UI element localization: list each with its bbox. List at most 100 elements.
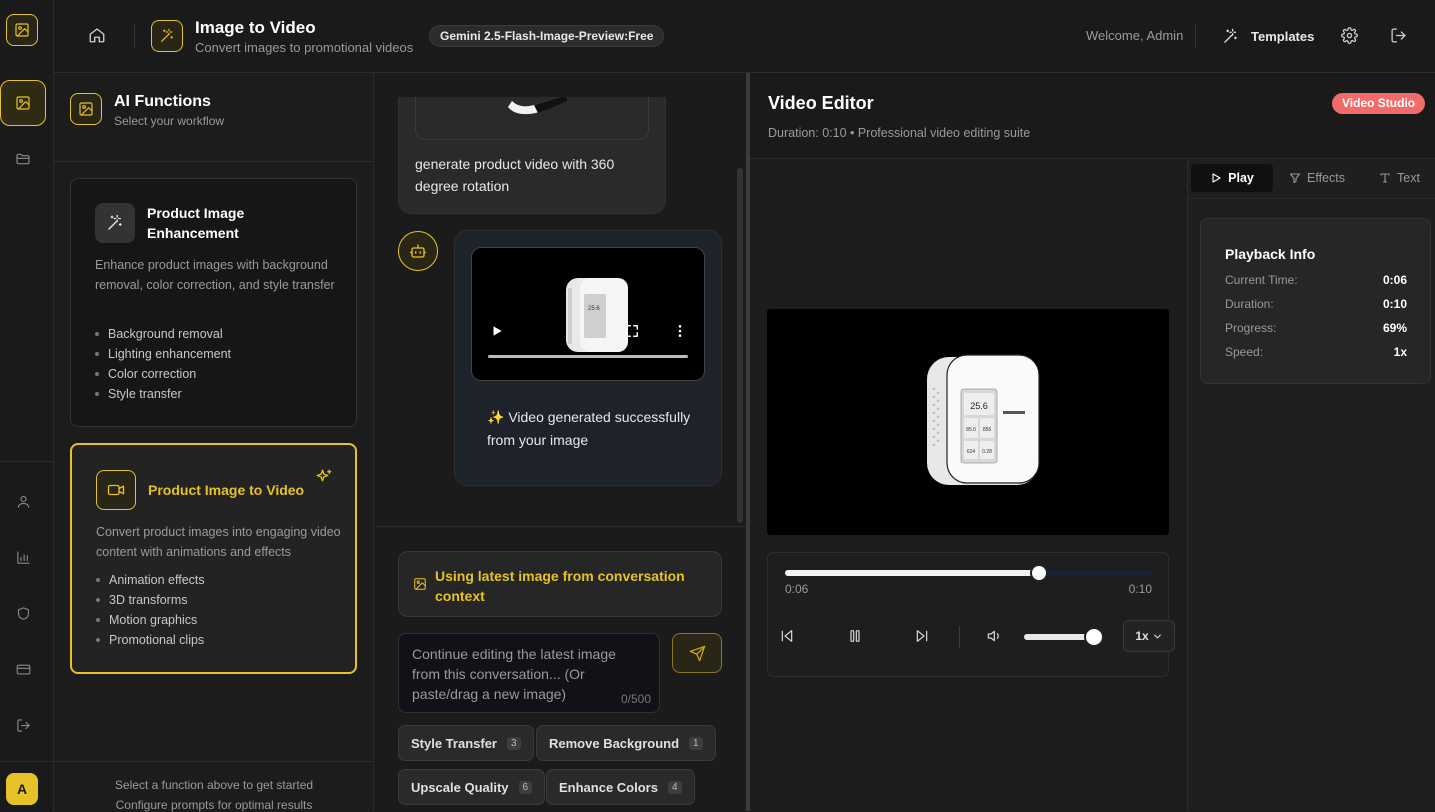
card-description: Enhance product images with background r… <box>95 258 335 292</box>
image-icon <box>70 93 102 125</box>
rail-shield-icon[interactable] <box>0 590 46 636</box>
page-title: Image to Video <box>195 18 316 37</box>
prompt-input[interactable]: Continue editing the latest image from t… <box>398 633 660 713</box>
home-icon[interactable] <box>88 26 106 44</box>
device-reading: 856 <box>983 427 992 433</box>
play-icon[interactable] <box>490 324 504 338</box>
magic-wand-icon <box>1222 28 1239 45</box>
welcome-text: Welcome, Admin <box>1086 28 1184 43</box>
feature-list: Background removal Lighting enhancement … <box>95 324 231 404</box>
function-card-enhancement[interactable]: Product Image Enhancement Enhance produc… <box>70 178 357 427</box>
info-row-progress: Progress: 69% <box>1225 321 1407 335</box>
video-progress-bar[interactable] <box>488 355 688 358</box>
rail-divider <box>0 761 54 762</box>
playback-info-card: Playback Info Current Time: 0:06 Duratio… <box>1200 218 1431 384</box>
skip-back-icon[interactable] <box>779 628 795 644</box>
list-item: Animation effects <box>96 570 205 590</box>
fullscreen-icon[interactable] <box>625 324 639 338</box>
info-label: Duration: <box>1225 297 1274 311</box>
header-divider <box>1195 24 1196 48</box>
function-card-image-to-video[interactable]: Product Image to Video Convert product i… <box>70 443 357 674</box>
avatar[interactable]: A <box>6 773 38 805</box>
rail-user-icon[interactable] <box>0 478 46 524</box>
quick-action-style-transfer[interactable]: Style Transfer 3 <box>398 725 534 761</box>
quick-action-remove-background[interactable]: Remove Background 1 <box>536 725 716 761</box>
list-item: Style transfer <box>95 384 231 404</box>
quick-action-count: 4 <box>667 780 682 794</box>
quick-action-upscale-quality[interactable]: Upscale Quality 6 <box>398 769 546 805</box>
send-button[interactable] <box>672 633 722 673</box>
device-reading: 25.6 <box>970 401 988 411</box>
rail-logout-icon[interactable] <box>0 702 46 748</box>
app-logo-icon[interactable] <box>6 14 38 46</box>
device-reading: 0.28 <box>982 449 992 455</box>
list-item: Lighting enhancement <box>95 344 231 364</box>
editor-title: Video Editor <box>768 93 874 113</box>
card-title: Product Image to Video <box>148 482 305 498</box>
rail-billing-icon[interactable] <box>0 646 46 692</box>
info-label: Progress: <box>1225 321 1277 335</box>
video-preview: 25.6 <box>566 278 628 352</box>
seek-bar[interactable] <box>785 564 1153 582</box>
generated-video-player[interactable]: 25.6 <box>471 247 705 381</box>
playback-info-title: Playback Info <box>1225 246 1316 262</box>
magic-wand-icon <box>95 203 135 243</box>
tab-text[interactable]: Text <box>1379 164 1420 192</box>
chat-scrollbar[interactable] <box>737 168 743 523</box>
chat-panel: generate product video with 360 degree r… <box>375 73 746 811</box>
panel-divider <box>54 761 374 762</box>
tab-label: Text <box>1397 171 1420 185</box>
user-message-text: generate product video with 360 degree r… <box>415 156 615 194</box>
list-item: 3D transforms <box>96 590 205 610</box>
assistant-message: 25.6 ✨ Video generated successfully from… <box>454 230 722 486</box>
text-icon <box>1379 172 1391 184</box>
panel-divider <box>54 161 374 162</box>
attached-image[interactable] <box>415 97 649 140</box>
volume-handle[interactable] <box>1084 627 1104 647</box>
video-camera-icon <box>96 470 136 510</box>
volume-icon[interactable] <box>987 628 1003 644</box>
product-video-frame: 25.6 85.0 856 624 0.28 <box>927 354 1040 485</box>
skip-forward-icon[interactable] <box>914 628 930 644</box>
info-value: 0:06 <box>1382 273 1407 287</box>
total-time: 0:10 <box>1128 582 1152 596</box>
rail-image-tools-icon[interactable] <box>0 80 46 126</box>
device-reading: 624 <box>967 449 976 455</box>
more-vertical-icon[interactable] <box>673 324 687 338</box>
device-reading: 85.0 <box>966 427 976 433</box>
quick-action-label: Style Transfer <box>411 735 497 751</box>
tabs-divider <box>1188 198 1435 199</box>
editor-subtitle: Duration: 0:10 • Professional video edit… <box>768 126 1031 140</box>
tab-effects[interactable]: Effects <box>1289 164 1345 192</box>
pause-icon[interactable] <box>847 628 863 644</box>
logout-icon[interactable] <box>1390 27 1407 44</box>
char-counter: 0/500 <box>620 692 651 706</box>
seek-handle[interactable] <box>1030 564 1048 582</box>
context-notice: Using latest image from conversation con… <box>398 551 722 617</box>
ai-functions-panel: AI Functions Select your workflow Produc… <box>54 73 374 812</box>
quick-action-enhance-colors[interactable]: Enhance Colors 4 <box>546 769 695 805</box>
card-description: Convert product images into engaging vid… <box>96 525 341 559</box>
footer-hint: Select a function above to get started <box>114 778 314 792</box>
seek-bar-fill <box>785 570 1039 576</box>
rail-folder-icon[interactable] <box>0 136 46 182</box>
list-item: Motion graphics <box>96 610 205 630</box>
user-message: generate product video with 360 degree r… <box>398 97 666 214</box>
tab-play[interactable]: Play <box>1191 164 1273 192</box>
panel-title: AI Functions <box>114 93 211 110</box>
chat-messages[interactable]: generate product video with 360 degree r… <box>375 97 746 527</box>
bot-icon <box>398 231 438 271</box>
speed-select[interactable]: 1x <box>1123 620 1175 652</box>
header-divider <box>134 24 135 48</box>
video-canvas[interactable]: 25.6 85.0 856 624 0.28 <box>767 309 1169 535</box>
templates-button[interactable]: Templates <box>1222 24 1314 48</box>
quick-action-label: Remove Background <box>549 735 680 751</box>
quick-action-count: 6 <box>518 780 533 794</box>
speed-value: 1x <box>1135 629 1149 643</box>
rail-analytics-icon[interactable] <box>0 534 46 580</box>
chat-divider <box>375 526 746 527</box>
gear-icon[interactable] <box>1341 27 1358 44</box>
info-row-current-time: Current Time: 0:06 <box>1225 273 1407 287</box>
panel-subtitle: Select your workflow <box>114 114 225 128</box>
model-badge[interactable]: Gemini 2.5-Flash-Image-Preview:Free <box>429 25 665 47</box>
